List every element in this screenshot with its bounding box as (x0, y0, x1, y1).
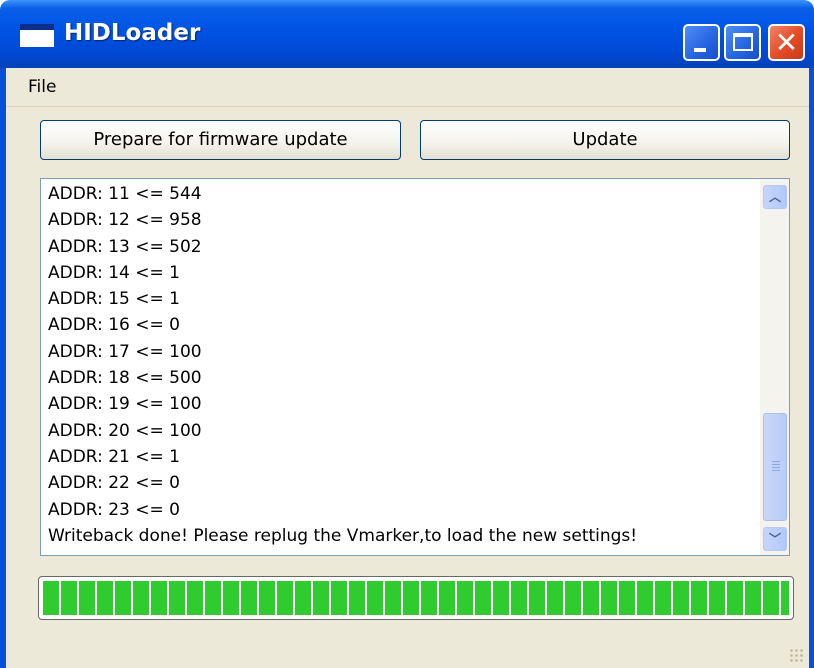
window-frame-right (809, 68, 814, 668)
window-title: HIDLoader (64, 20, 201, 46)
close-button[interactable]: ✕ (768, 24, 805, 61)
grip-icon (772, 461, 780, 473)
log-output[interactable]: ADDR: 11 <= 544 ADDR: 12 <= 958 ADDR: 13 <… (40, 178, 790, 556)
menu-file[interactable]: File (28, 77, 56, 97)
vertical-scrollbar[interactable]: ︿ ﹀ (760, 179, 789, 555)
log-line: ADDR: 19 <= 100 (48, 394, 202, 415)
maximize-icon (733, 33, 753, 51)
resize-grip[interactable] (789, 648, 805, 664)
log-lines: ADDR: 11 <= 544 ADDR: 12 <= 958 ADDR: 13 <… (48, 181, 748, 549)
progress-fill (43, 581, 789, 615)
log-line: ADDR: 17 <= 100 (48, 341, 202, 362)
prepare-firmware-update-button[interactable]: Prepare for firmware update (40, 120, 401, 160)
log-line: ADDR: 20 <= 100 (48, 420, 202, 441)
chevron-down-icon: ﹀ (768, 532, 781, 546)
maximize-button[interactable] (724, 24, 761, 61)
scroll-down-button[interactable]: ﹀ (763, 527, 787, 551)
log-line: ADDR: 15 <= 1 (48, 289, 180, 310)
log-line: ADDR: 11 <= 544 (48, 184, 202, 204)
log-line: ADDR: 12 <= 958 (48, 210, 202, 231)
scroll-up-button[interactable]: ︿ (763, 185, 787, 209)
log-line: ADDR: 21 <= 1 (48, 446, 180, 467)
progress-bar (38, 576, 794, 620)
update-button[interactable]: Update (420, 120, 790, 160)
minimize-button[interactable] (683, 24, 720, 61)
log-line: Writeback done! Please replug the Vmarke… (48, 525, 638, 546)
log-line: ADDR: 14 <= 1 (48, 262, 180, 283)
menu-bar: File (6, 68, 809, 107)
hidloader-window: HIDLoader ✕ File Prepare for firmware up… (0, 0, 814, 668)
app-window-icon (20, 24, 54, 47)
chevron-up-icon: ︿ (768, 190, 781, 204)
log-line: ADDR: 16 <= 0 (48, 315, 180, 336)
log-line: ADDR: 22 <= 0 (48, 473, 180, 494)
minimize-icon (694, 48, 706, 52)
client-area: File Prepare for firmware update Update … (6, 68, 809, 668)
title-bar[interactable]: HIDLoader ✕ (0, 0, 814, 68)
scroll-thumb[interactable] (763, 413, 787, 521)
log-line: ADDR: 23 <= 0 (48, 499, 180, 520)
log-line: ADDR: 13 <= 502 (48, 236, 202, 257)
close-icon: ✕ (774, 26, 799, 59)
log-line: ADDR: 18 <= 500 (48, 368, 202, 389)
